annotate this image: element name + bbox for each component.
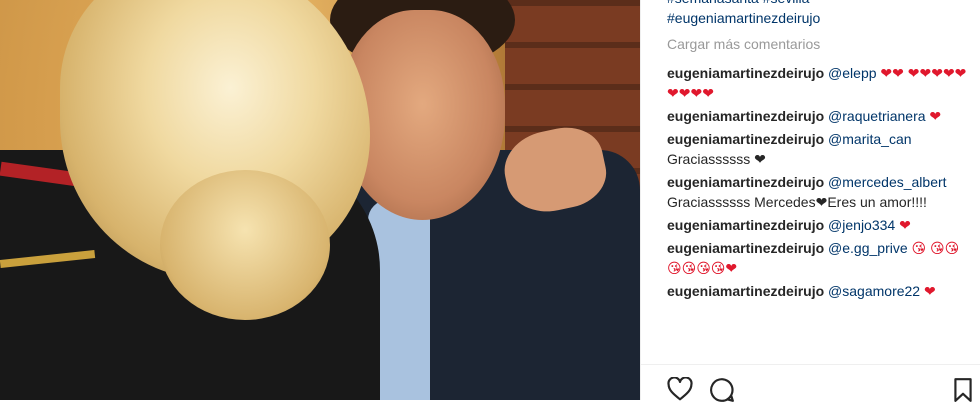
comment-item: eugeniamartinezdeirujo @elepp ❤❤ ❤❤❤❤❤❤❤… xyxy=(667,63,967,103)
comment-text: Graciassssss Mercedes❤Eres un amor!!!! xyxy=(667,194,927,210)
comment-text: ❤ xyxy=(925,108,942,124)
post-action-bar xyxy=(641,364,980,403)
caption-hashtags-line2[interactable]: #eugeniamartinezdeirujo xyxy=(667,8,967,28)
comment-text: ❤ xyxy=(920,283,936,299)
comments-list: #semanasanta #sevilla #eugeniamartinezde… xyxy=(667,0,967,304)
comment-mention[interactable]: @mercedes_albert xyxy=(828,174,947,190)
comments-panel: #semanasanta #sevilla #eugeniamartinezde… xyxy=(640,0,980,403)
load-more-comments-link[interactable]: Cargar más comentarios xyxy=(667,34,967,54)
comment-mention[interactable]: @sagamore22 xyxy=(828,283,920,299)
comment-bubble-icon[interactable] xyxy=(709,377,735,403)
comment-username[interactable]: eugeniamartinezdeirujo xyxy=(667,108,824,124)
comment-item: eugeniamartinezdeirujo @mercedes_albert … xyxy=(667,172,967,212)
comment-mention[interactable]: @e.gg_prive xyxy=(828,240,908,256)
comment-username[interactable]: eugeniamartinezdeirujo xyxy=(667,283,824,299)
comment-mention[interactable]: @jenjo334 xyxy=(828,217,895,233)
comment-username[interactable]: eugeniamartinezdeirujo xyxy=(667,65,824,81)
comment-item: eugeniamartinezdeirujo @marita_can Graci… xyxy=(667,129,967,169)
comment-username[interactable]: eugeniamartinezdeirujo xyxy=(667,240,824,256)
bookmark-icon[interactable] xyxy=(953,377,973,403)
comment-username[interactable]: eugeniamartinezdeirujo xyxy=(667,131,824,147)
post-photo[interactable] xyxy=(0,0,640,400)
comment-mention[interactable]: @marita_can xyxy=(828,131,911,147)
comment-item: eugeniamartinezdeirujo @e.gg_prive 😘 😘😘😘… xyxy=(667,238,967,278)
comment-item: eugeniamartinezdeirujo @jenjo334 ❤ xyxy=(667,215,967,235)
caption-hashtags-line1[interactable]: #semanasanta #sevilla xyxy=(667,0,967,8)
comment-mention[interactable]: @elepp xyxy=(828,65,876,81)
heart-outline-icon[interactable] xyxy=(667,377,693,401)
comment-mention[interactable]: @raquetrianera xyxy=(828,108,926,124)
comment-text: ❤ xyxy=(895,217,911,233)
photo-woman-hair-lower xyxy=(160,170,330,320)
comment-item: eugeniamartinezdeirujo @sagamore22 ❤ xyxy=(667,281,967,301)
comment-item: eugeniamartinezdeirujo @raquetrianera ❤ xyxy=(667,106,967,126)
comment-username[interactable]: eugeniamartinezdeirujo xyxy=(667,174,824,190)
comment-username[interactable]: eugeniamartinezdeirujo xyxy=(667,217,824,233)
comment-text: Graciassssss ❤ xyxy=(667,151,766,167)
